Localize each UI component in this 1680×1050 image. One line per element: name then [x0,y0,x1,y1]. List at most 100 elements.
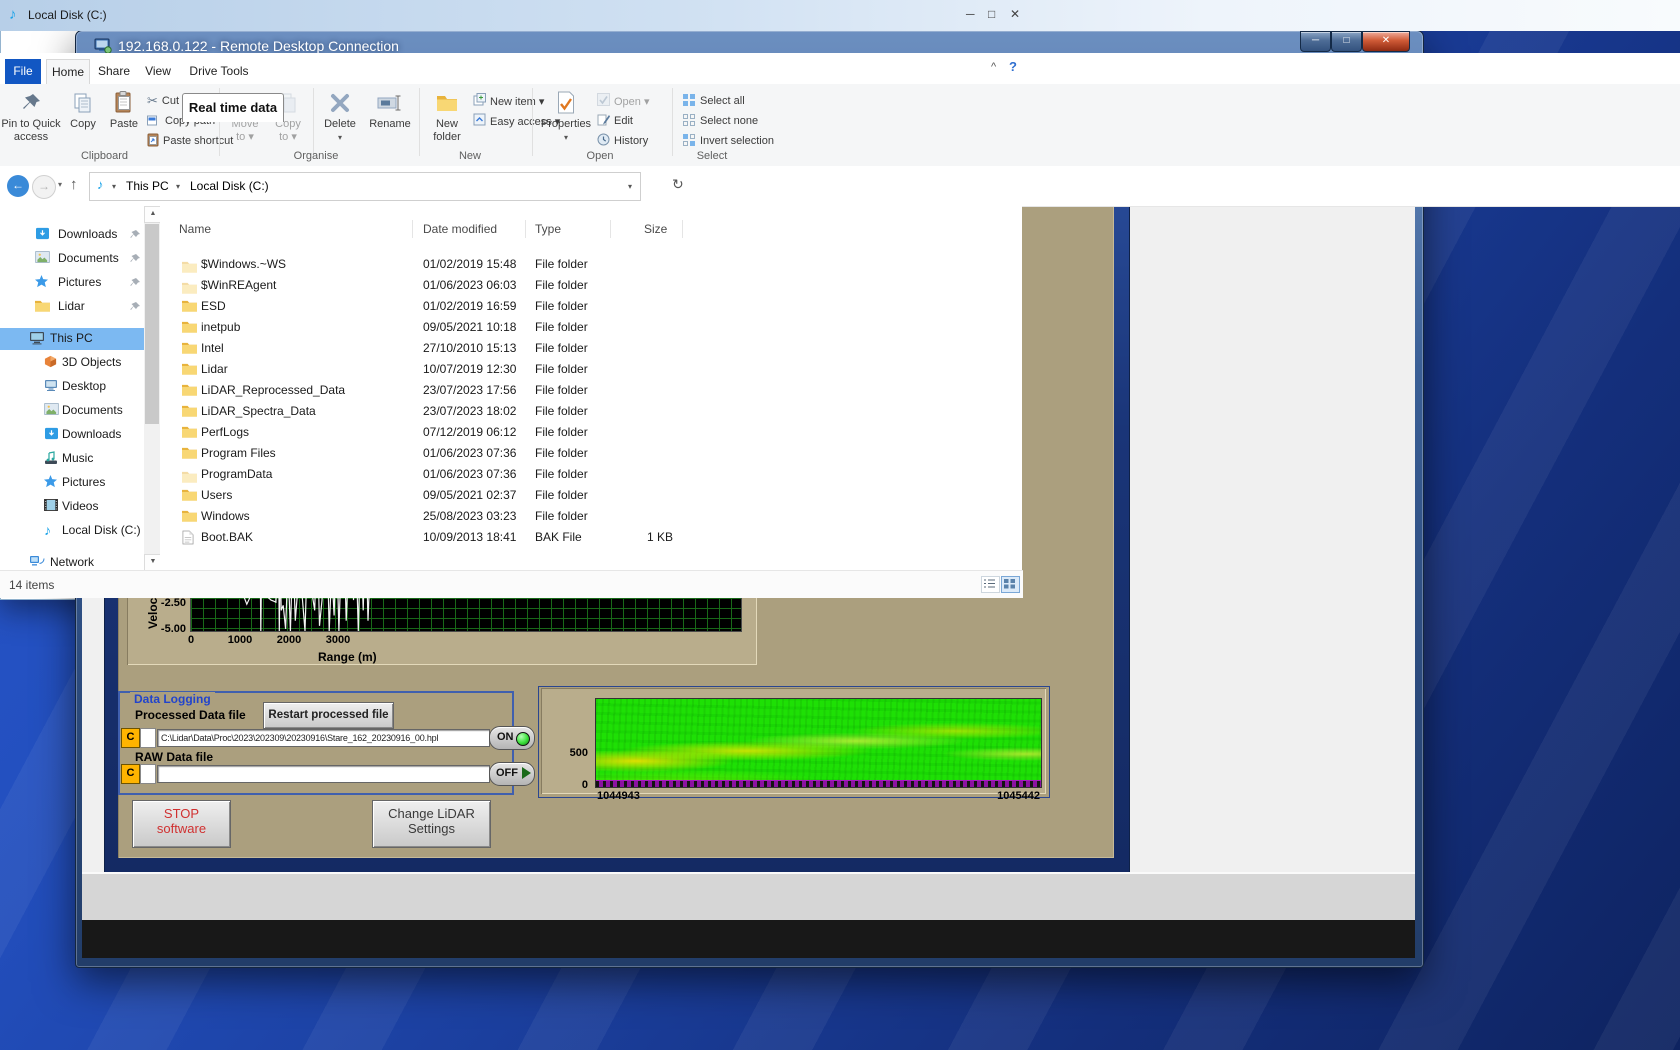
rdp-close-button[interactable]: ✕ [1362,31,1410,52]
back-button[interactable]: ← [7,175,29,197]
processed-path-field[interactable]: C:\Lidar\Data\Proc\2023\202309\20230916\… [157,729,490,747]
file-row[interactable]: $Windows.~WS01/02/2019 15:48File folder [160,254,1022,275]
open-button[interactable]: Open ▾ [597,92,650,110]
file-row[interactable]: $WinREAgent01/06/2023 06:03File folder [160,275,1022,296]
raw-path-field[interactable] [157,765,490,783]
details-view-icon[interactable] [981,576,1000,593]
item-count: 14 items [9,578,54,592]
sidebar-item-3d-objects[interactable]: 3D Objects [0,352,144,374]
edit-button[interactable]: Edit [597,112,633,130]
sidebar-item-label: Desktop [62,379,106,393]
column-header-name[interactable]: Name [179,222,211,236]
raw-drive-badge[interactable]: C [121,764,140,784]
sidebar-item-desktop[interactable]: Desktop [0,376,144,398]
column-header-type[interactable]: Type [535,222,561,236]
scrollbar-thumb[interactable] [145,224,159,424]
sidebar-item-label: Downloads [62,427,121,441]
copy-icon [73,88,93,118]
restart-processed-button[interactable]: Restart processed file [263,702,394,729]
up-button[interactable]: ↑ [70,176,78,193]
file-row[interactable]: Lidar10/07/2019 12:30File folder [160,359,1022,380]
rdp-minimize-button[interactable]: ─ [1300,31,1331,52]
file-row[interactable]: LiDAR_Reprocessed_Data23/07/2023 17:56Fi… [160,380,1022,401]
change-lidar-settings-button[interactable]: Change LiDAR Settings [372,800,491,848]
paste-shortcut-icon [147,133,159,150]
sidebar-item-documents[interactable]: Documents [0,248,144,270]
file-row[interactable]: LiDAR_Spectra_Data23/07/2023 18:02File f… [160,401,1022,422]
breadcrumb-chevron-icon[interactable]: ▾ [176,182,180,191]
breadcrumb-local-disk[interactable]: Local Disk (C:) [190,179,269,193]
sidebar-item-this-pc[interactable]: This PC [0,328,144,350]
ribbon-tab-share[interactable]: Share [94,59,134,84]
rdp-icon [94,38,112,54]
waterfall-purple-band [596,780,1041,787]
sidebar-item-music[interactable]: Music [0,448,144,470]
file-row[interactable]: ESD01/02/2019 16:59File folder [160,296,1022,317]
breadcrumb-this-pc[interactable]: This PC [126,179,169,193]
paste-shortcut-button[interactable]: Paste shortcut [147,132,233,150]
folder-icon [182,299,197,313]
column-header-size[interactable]: Size [644,222,667,236]
properties-icon [557,88,575,118]
pin-to-quick-access-button[interactable]: Pin to Quick access [0,88,62,160]
file-row[interactable]: inetpub09/05/2021 10:18File folder [160,317,1022,338]
file-row[interactable]: ProgramData01/06/2023 07:36File folder [160,464,1022,485]
file-row[interactable]: Users09/05/2021 02:37File folder [160,485,1022,506]
sidebar-scrollbar[interactable]: ▲ ▼ [144,206,160,570]
sidebar-item-pictures[interactable]: Pictures [0,472,144,494]
file-name: Lidar [201,362,228,376]
file-row[interactable]: Intel27/10/2010 15:13File folder [160,338,1022,359]
sidebar-item-documents[interactable]: Documents [0,400,144,422]
explorer-restore-icon[interactable]: □ [988,7,995,21]
ribbon-tab-drive-tools[interactable]: Drive Tools [184,59,254,84]
address-chevron-icon[interactable]: ▾ [112,182,116,191]
tab-real-time-data[interactable]: Real time data [182,93,284,122]
sidebar-item-label: 3D Objects [62,355,121,369]
new-folder-icon [435,88,459,118]
taskbar [82,920,1415,958]
sidebar-item-pictures[interactable]: Pictures [0,272,144,294]
rename-button[interactable]: Rename [364,88,416,160]
sidebar-item-downloads[interactable]: Downloads [0,424,144,446]
ribbon-tab-file[interactable]: File [5,59,41,84]
processed-browse-icon[interactable] [140,728,156,748]
file-row[interactable]: Boot.BAK10/09/2013 18:41BAK File1 KB [160,527,1022,548]
network-icon [29,555,45,570]
sidebar-item-local-disk-c-[interactable]: ♪Local Disk (C:) [0,520,144,542]
new-item-button[interactable]: New item ▾ [473,92,544,110]
explorer-close-icon[interactable]: ✕ [1010,7,1020,21]
invert-selection-button[interactable]: Invert selection [682,132,774,150]
explorer-minimize-icon[interactable]: ─ [966,7,975,21]
ribbon-tab-view[interactable]: View [139,59,177,84]
group-label-clipboard: Clipboard [57,150,152,162]
explorer-titlebar[interactable]: ♪ Local Disk (C:) ─ □ ✕ [0,0,1680,31]
history-button[interactable]: History [597,132,648,150]
ribbon-collapse-icon[interactable]: ^ [991,61,996,73]
select-none-button[interactable]: Select none [682,112,758,130]
column-header-date[interactable]: Date modified [423,222,497,236]
raw-logging-toggle[interactable]: OFF [489,762,535,786]
sidebar-item-videos[interactable]: Videos [0,496,144,518]
file-row[interactable]: Windows25/08/2023 03:23File folder [160,506,1022,527]
nav-history-dropdown-icon[interactable]: ▾ [58,180,62,189]
help-icon[interactable]: ? [1009,59,1017,74]
refresh-icon[interactable]: ↻ [672,176,684,193]
rdp-window-title: 192.168.0.122 - Remote Desktop Connectio… [118,38,399,54]
forward-button[interactable]: → [32,175,56,199]
file-row[interactable]: PerfLogs07/12/2019 06:12File folder [160,422,1022,443]
raw-browse-icon[interactable] [140,764,156,784]
sidebar-item-lidar[interactable]: Lidar [0,296,144,318]
address-dropdown-icon[interactable]: ▾ [628,182,632,191]
stop-software-button[interactable]: STOP software [132,800,231,848]
select-all-button[interactable]: Select all [682,92,745,110]
processed-drive-badge[interactable]: C [121,728,140,748]
sidebar-item-downloads[interactable]: Downloads [0,224,144,246]
cut-button[interactable]: ✂ Cut [147,92,179,110]
address-bar[interactable]: ♪ ▾ This PC ▾ Local Disk (C:) ▾ [89,172,641,201]
thumbnail-view-icon[interactable] [1001,576,1020,593]
rdp-maximize-button[interactable]: □ [1331,31,1362,52]
file-type: File folder [535,299,588,313]
file-row[interactable]: Program Files01/06/2023 07:36File folder [160,443,1022,464]
processed-logging-toggle[interactable]: ON [489,726,535,750]
ribbon-tab-home[interactable]: Home [46,59,90,85]
